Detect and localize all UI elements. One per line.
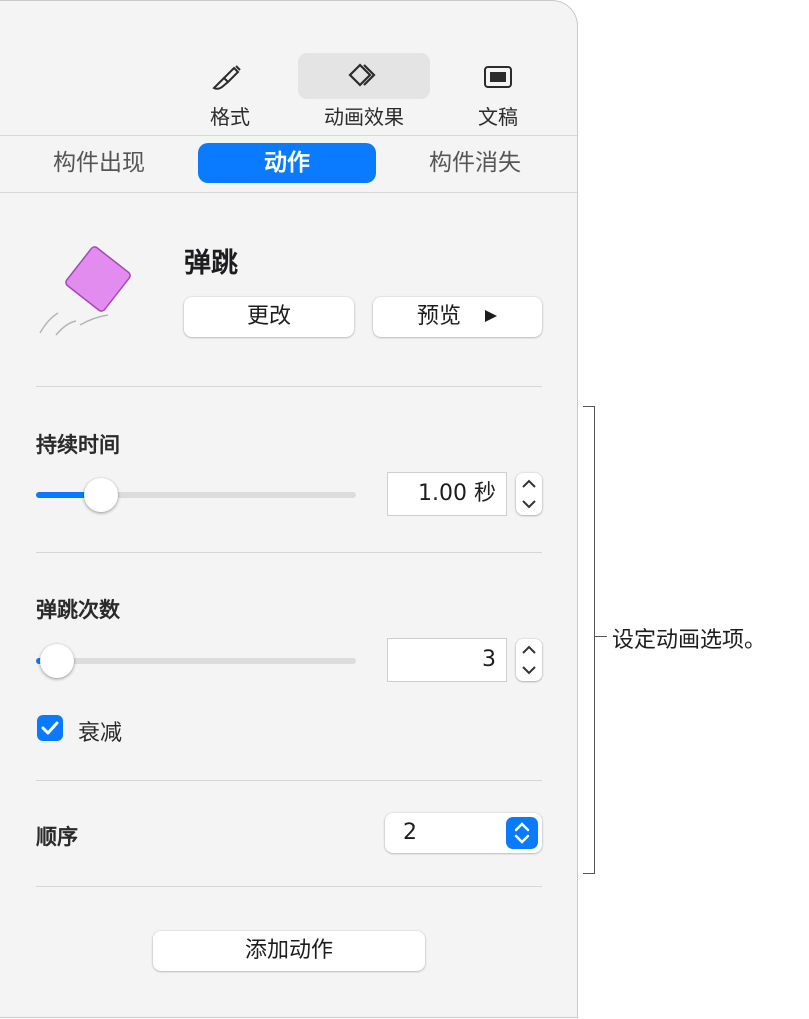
bounces-slider[interactable]	[36, 658, 356, 664]
tab-action[interactable]: 动作	[198, 143, 376, 183]
bounces-field[interactable]: 3	[388, 639, 506, 681]
divider	[36, 886, 542, 887]
preview-label: 预览	[416, 304, 461, 329]
paintbrush-icon	[190, 61, 270, 95]
duration-stepper[interactable]	[516, 473, 542, 515]
duration-slider-knob[interactable]	[84, 478, 118, 512]
inspector-toolbar: 格式 动画效果 文稿	[0, 1, 577, 136]
duration-field[interactable]: 1.00 秒	[388, 473, 506, 515]
preview-button[interactable]: 预览	[373, 297, 542, 337]
document-icon	[458, 61, 538, 95]
toolbar-animate-button[interactable]: 动画效果	[298, 53, 430, 129]
add-action-button[interactable]: 添加动作	[153, 931, 425, 971]
checkmark-icon	[41, 721, 59, 735]
stepper-down-icon[interactable]	[516, 494, 542, 515]
toolbar-document-button[interactable]: 文稿	[458, 53, 538, 129]
decay-label: 衰减	[78, 721, 123, 746]
stepper-down-icon[interactable]	[516, 660, 542, 681]
divider	[36, 780, 542, 781]
bounces-stepper[interactable]	[516, 639, 542, 681]
toolbar-format-button[interactable]: 格式	[190, 53, 270, 129]
order-value: 2	[403, 820, 417, 845]
callout-bracket-bottom	[583, 873, 595, 874]
change-effect-button[interactable]: 更改	[184, 297, 354, 337]
stepper-up-icon[interactable]	[516, 473, 542, 494]
animate-diamond-icon	[298, 61, 430, 95]
divider	[36, 386, 542, 387]
popup-chevrons-icon	[506, 817, 538, 849]
tab-build-in[interactable]: 构件出现	[24, 143, 174, 183]
animate-inspector-panel: 格式 动画效果 文稿 构件出现 动作 构件消失 弹跳 更改 预览 持续时间 1.…	[0, 0, 578, 1018]
play-icon	[484, 297, 498, 337]
bounces-slider-knob[interactable]	[40, 644, 74, 678]
bounces-label: 弹跳次数	[36, 598, 120, 622]
stepper-up-icon[interactable]	[516, 639, 542, 660]
order-popup[interactable]: 2	[385, 813, 542, 853]
toolbar-format-label: 格式	[210, 105, 250, 129]
effect-name: 弹跳	[184, 248, 238, 279]
callout-leader-line	[595, 636, 607, 637]
callout-text: 设定动画选项。	[612, 628, 767, 653]
animation-tabs: 构件出现 动作 构件消失	[0, 136, 577, 193]
toolbar-animate-label: 动画效果	[324, 105, 404, 129]
toolbar-document-label: 文稿	[478, 105, 518, 129]
callout-bracket	[594, 406, 595, 874]
duration-label: 持续时间	[36, 433, 120, 457]
divider	[36, 552, 542, 553]
order-label: 顺序	[36, 825, 78, 849]
effect-thumbnail	[30, 237, 150, 341]
decay-checkbox[interactable]	[37, 715, 63, 741]
tab-build-out[interactable]: 构件消失	[400, 143, 550, 183]
